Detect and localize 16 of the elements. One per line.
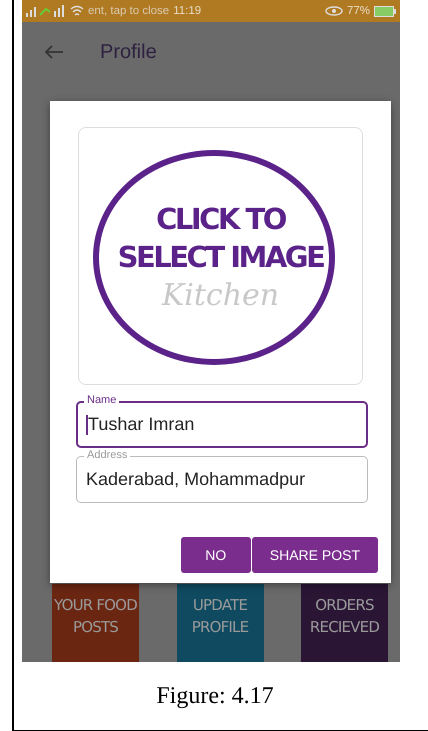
back-arrow-icon[interactable] bbox=[44, 44, 64, 60]
text-field[interactable]: Address Kaderabad, Mohammadpur bbox=[76, 448, 368, 503]
clock-time: 11:19 bbox=[173, 5, 202, 17]
figure-caption: Figure: 4.17 bbox=[14, 662, 428, 731]
screen-title: Profile bbox=[100, 40, 157, 64]
text-field[interactable]: Name Tushar Imran bbox=[76, 393, 368, 448]
wifi-icon bbox=[70, 5, 84, 17]
signal-icon bbox=[26, 5, 66, 17]
notification-text: ent, tap to close bbox=[88, 5, 170, 17]
dialog-button[interactable]: SHARE POST bbox=[252, 537, 378, 573]
dialog-button[interactable]: NO bbox=[180, 537, 251, 573]
battery-icon bbox=[374, 6, 396, 16]
menu-tile[interactable]: YOUR FOOD POSTS bbox=[52, 584, 139, 662]
battery-percent: 77% bbox=[346, 5, 370, 17]
menu-tile[interactable]: ORDERS RECIEVED bbox=[301, 584, 388, 662]
eye-icon bbox=[324, 6, 343, 16]
